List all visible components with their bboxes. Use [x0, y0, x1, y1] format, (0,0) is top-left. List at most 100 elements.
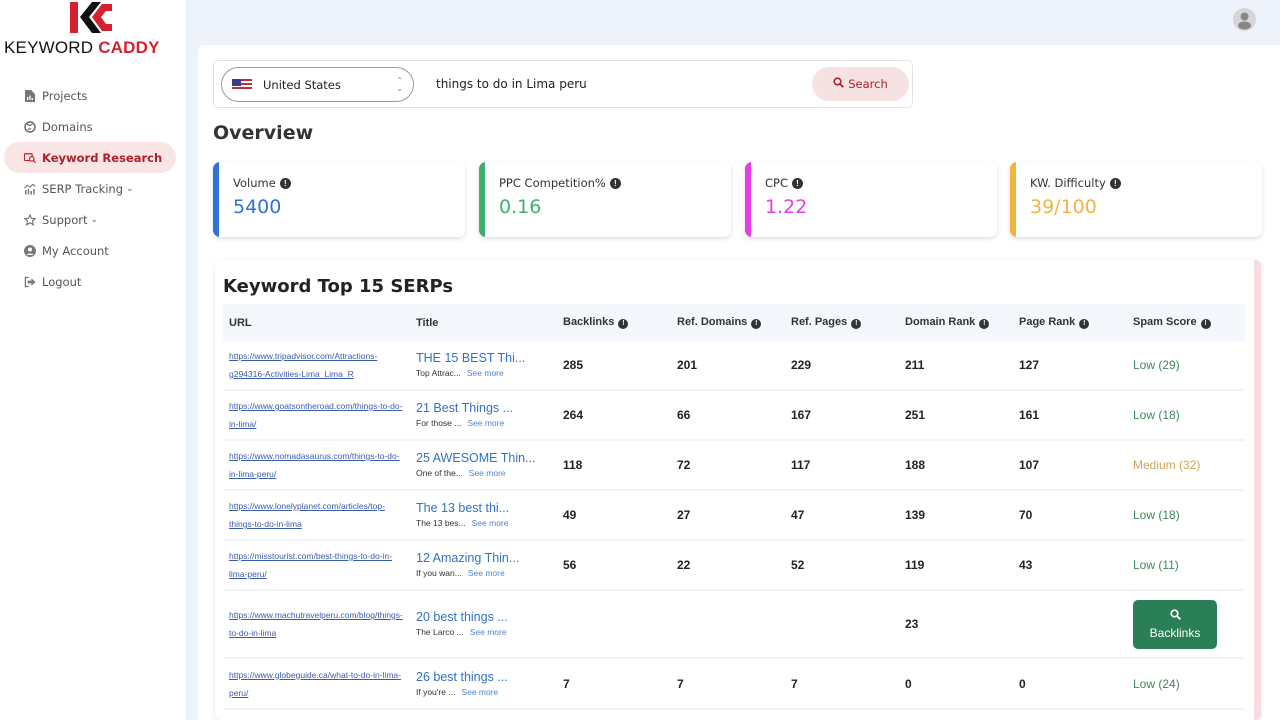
us-flag-icon	[232, 78, 252, 91]
domain-rank-cell: 251	[905, 408, 926, 422]
backlinks-cell: 7	[563, 676, 570, 691]
domain-rank-cell: 188	[905, 458, 926, 472]
sidebar-item-support[interactable]: Support ⌄	[0, 204, 187, 235]
info-icon[interactable]: !	[609, 177, 621, 189]
result-url-link[interactable]: https://misstourist.com/best-things-to-d…	[229, 547, 410, 583]
ref-domains-cell: 27	[677, 508, 691, 522]
info-icon[interactable]: !	[851, 318, 862, 329]
see-more-link[interactable]: See more	[468, 568, 505, 578]
card-value: 0.16	[499, 196, 542, 218]
logo[interactable]: KEYWORD CADDY	[0, 0, 187, 62]
result-url-link[interactable]: https://www.globeguide.ca/what-to-do-in-…	[229, 666, 410, 702]
info-icon[interactable]: !	[751, 318, 762, 329]
spam-score-cell: Low (18)	[1127, 490, 1245, 540]
url-cell: https://www.tripadvisor.com/Attractions-…	[223, 341, 410, 390]
see-more-link[interactable]: See more	[461, 687, 498, 697]
spam-score-value: Medium (32)	[1133, 458, 1201, 472]
table-row: https://www.goatsontheroad.com/things-to…	[223, 390, 1245, 440]
overview-cards: Volume! 5400 PPC Competition%! 0.16 CPC!…	[213, 162, 1263, 237]
user-icon	[1238, 12, 1251, 30]
result-title[interactable]: 21 Best Things ...	[416, 401, 557, 415]
see-more-link[interactable]: See more	[469, 468, 506, 478]
see-more-link[interactable]: See more	[470, 627, 507, 637]
result-url-link[interactable]: https://www.machutravelperu.com/blog/thi…	[229, 606, 410, 642]
result-title[interactable]: The 13 best thi...	[416, 501, 557, 515]
url-cell: https://www.goatsontheroad.com/things-to…	[223, 390, 410, 440]
search-button[interactable]: Search	[812, 67, 909, 101]
result-title[interactable]: 26 best things ...	[416, 670, 557, 684]
url-cell: https://www.machutravelperu.com/blog/thi…	[223, 590, 410, 658]
chevron-down-icon: ⌄	[90, 214, 99, 225]
info-icon[interactable]: !	[979, 318, 990, 329]
result-snippet: For those ...	[416, 418, 462, 428]
see-more-link[interactable]: See more	[472, 518, 509, 528]
title-cell: 26 best things ... If you're ... See more	[410, 658, 557, 709]
sidebar-item-label: Projects	[42, 88, 88, 103]
sidebar-item-logout[interactable]: Logout	[0, 266, 187, 297]
see-more-link[interactable]: See more	[467, 418, 504, 428]
globe-icon	[24, 120, 36, 133]
sidebar-item-label: SERP Tracking	[42, 181, 124, 196]
result-url-link[interactable]: https://www.goatsontheroad.com/things-to…	[229, 397, 410, 433]
page-rank-cell	[1013, 590, 1127, 658]
card-value: 39/100	[1030, 196, 1097, 218]
sidebar: KEYWORD CADDY Projects Domains Keyword R…	[0, 0, 187, 720]
spam-score-value: Low (11)	[1133, 558, 1179, 572]
keyword-search-icon	[24, 152, 36, 164]
serp-panel: Keyword Top 15 SERPs URL Title Backlinks…	[215, 260, 1261, 720]
info-icon[interactable]: !	[279, 177, 291, 189]
result-title[interactable]: THE 15 BEST Thi...	[416, 351, 557, 365]
sidebar-item-label: My Account	[42, 243, 109, 258]
sidebar-item-my-account[interactable]: My Account	[0, 235, 187, 266]
spam-score-cell: Backlinks	[1127, 590, 1245, 658]
see-more-link[interactable]: See more	[467, 368, 504, 378]
sidebar-item-projects[interactable]: Projects	[0, 80, 187, 111]
keyword-input[interactable]	[436, 69, 806, 99]
main-content: United States ⌃⌄ Search Overview Volume!…	[198, 45, 1280, 720]
result-url-link[interactable]: https://www.tripadvisor.com/Attractions-…	[229, 347, 410, 383]
column-header-backlinks: Backlinks!	[557, 304, 671, 341]
column-header-title: Title	[416, 316, 439, 329]
card-value: 1.22	[765, 196, 808, 218]
spam-score-value: Low (18)	[1133, 508, 1180, 522]
serp-table: URL Title Backlinks! Ref. Domains! Ref. …	[223, 304, 1245, 710]
result-title[interactable]: 20 best things ...	[416, 610, 557, 624]
info-icon[interactable]: !	[1200, 318, 1211, 329]
select-arrows-icon: ⌃ ⌄	[396, 76, 403, 93]
table-row: https://www.tripadvisor.com/Attractions-…	[223, 341, 1245, 390]
result-url-link[interactable]: https://www.nomadasaurus.com/things-to-d…	[229, 447, 410, 483]
result-title[interactable]: 12 Amazing Thin...	[416, 551, 557, 565]
spam-score-value: Low (29)	[1133, 358, 1180, 372]
info-icon[interactable]: !	[792, 177, 803, 189]
metric-card-ppc-competition: PPC Competition%! 0.16	[479, 162, 731, 237]
info-icon[interactable]: !	[618, 318, 629, 329]
logout-icon	[24, 276, 36, 288]
page-rank-cell: 0	[1019, 676, 1026, 691]
info-icon[interactable]: !	[1079, 318, 1090, 329]
sidebar-item-keyword-research[interactable]: Keyword Research	[0, 142, 187, 173]
card-label: Volume!	[233, 176, 291, 190]
metric-card-volume: Volume! 5400	[213, 162, 465, 237]
ref-domains-cell: 72	[677, 458, 691, 472]
page-rank-cell: 70	[1019, 508, 1033, 522]
page-rank-cell: 161	[1019, 408, 1040, 422]
ref-domains-cell: 66	[677, 408, 691, 422]
search-icon	[1169, 608, 1181, 623]
page-rank-cell: 127	[1019, 358, 1040, 372]
ref-pages-cell: 52	[791, 558, 805, 572]
spam-score-value: Low (24)	[1133, 676, 1180, 691]
result-url-link[interactable]: https://www.lonelyplanet.com/articles/to…	[229, 497, 410, 533]
backlinks-button[interactable]: Backlinks	[1133, 599, 1217, 649]
title-cell: The 13 best thi... The 13 bes... See more	[410, 490, 557, 540]
sidebar-item-domains[interactable]: Domains	[0, 111, 187, 142]
country-select[interactable]: United States ⌃ ⌄	[221, 67, 414, 102]
backlinks-cell: 118	[563, 458, 583, 472]
card-accent-bar	[745, 162, 751, 237]
card-accent-bar	[479, 162, 485, 237]
result-title[interactable]: 25 AWESOME Thin...	[416, 451, 557, 465]
logo-mark-icon	[70, 2, 112, 33]
spam-score-cell: Low (18)	[1127, 390, 1245, 440]
sidebar-item-serp-tracking[interactable]: SERP Tracking ⌄	[0, 173, 187, 204]
info-icon[interactable]: !	[1109, 177, 1121, 189]
user-avatar[interactable]	[1233, 8, 1256, 31]
